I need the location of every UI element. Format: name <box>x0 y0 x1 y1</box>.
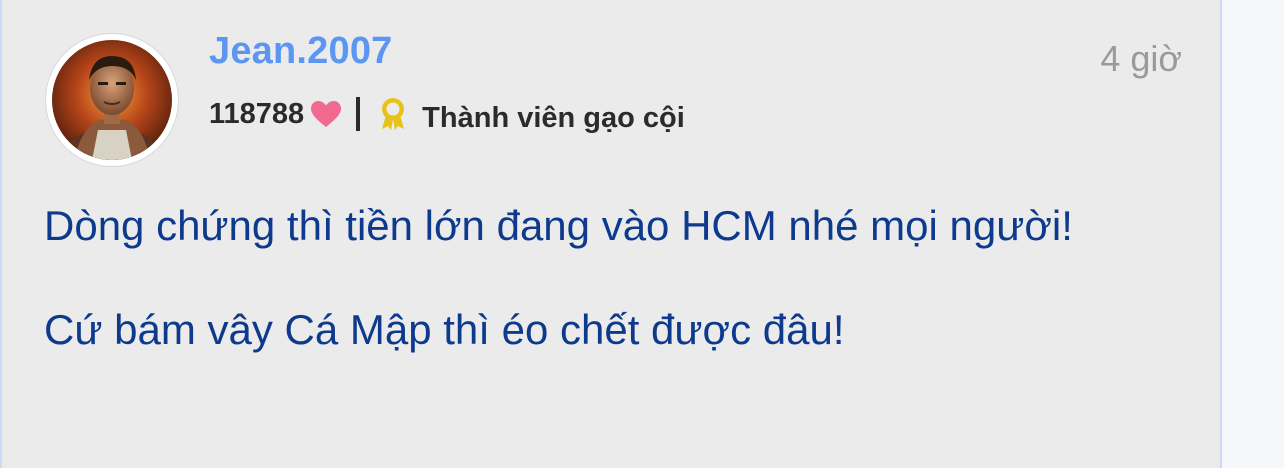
avatar[interactable] <box>46 34 178 166</box>
avatar-photo <box>52 40 172 160</box>
heart-icon <box>310 100 342 128</box>
award-ribbon-icon <box>378 97 408 131</box>
post-body: Dòng chứng thì tiền lớn đang vào HCM nhé… <box>44 198 1204 406</box>
post-card: Jean.2007 4 giờ 118788 Thành viên gạo cộ… <box>0 0 1222 468</box>
meta-divider <box>356 97 361 131</box>
author-name[interactable]: Jean.2007 <box>209 30 393 73</box>
post-paragraph: Cứ bám vây Cá Mập thì éo chết được đâu! <box>44 306 845 353</box>
page-gutter <box>1224 0 1284 468</box>
post-paragraph: Dòng chứng thì tiền lớn đang vào HCM nhé… <box>44 202 1073 249</box>
post-time: 4 giờ <box>1100 38 1182 79</box>
likes-count: 118788 <box>209 97 305 130</box>
author-meta: 118788 Thành viên gạo cội <box>209 92 685 136</box>
member-rank: Thành viên gạo cội <box>422 101 685 134</box>
